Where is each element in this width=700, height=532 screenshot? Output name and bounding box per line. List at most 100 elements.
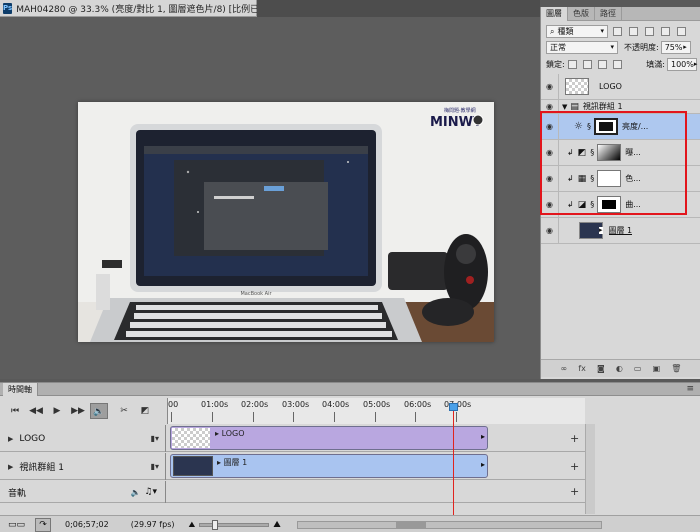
mute-speaker-icon[interactable]: 🔈: [130, 488, 140, 497]
fx-icon[interactable]: fx: [578, 364, 586, 373]
opacity-input[interactable]: 75% ▸: [660, 41, 691, 54]
add-mask-icon[interactable]: ◙: [597, 364, 605, 373]
timeline-panel: 時間軸 ≡ ⏮ ◀◀ ▶ ▶▶ 🔈 ✂ ◩ 00 01:00s 02:00s 0…: [0, 382, 700, 532]
layers-panel-toolbar: ∞ fx ◙ ◐ ▭ ▣ 🗑: [541, 359, 700, 377]
zoom-slider-thumb[interactable]: [212, 519, 219, 530]
track-audio: 音軌 🔈 ♫▾ +: [0, 481, 585, 503]
filter-kind-select[interactable]: ⌕ 種類 ▾: [546, 25, 608, 38]
ruler-label: 03:00s: [282, 400, 310, 409]
next-frame-icon[interactable]: ▶▶: [69, 403, 87, 419]
expand-triangle-icon[interactable]: ▼: [562, 103, 567, 111]
filter-pixel-icon[interactable]: [613, 27, 622, 36]
add-media-button[interactable]: +: [570, 432, 579, 445]
lock-image-icon[interactable]: [582, 60, 592, 69]
fill-input[interactable]: 100% ▸: [667, 58, 697, 71]
filter-type-icon[interactable]: [645, 27, 654, 36]
ruler-label: 05:00s: [363, 400, 391, 409]
lock-label: 鎖定:: [546, 60, 565, 69]
scrollbar-thumb[interactable]: [395, 521, 426, 528]
layer-row-layer1[interactable]: ◉ ▸ 圖層 1: [541, 218, 700, 244]
music-note-icon[interactable]: ♫▾: [144, 487, 157, 497]
clip-layer1[interactable]: ▸ 圖層 1 ▸: [170, 454, 488, 478]
fill-label: 填滿:: [646, 60, 665, 69]
timeline-tab[interactable]: 時間軸: [3, 383, 38, 396]
add-media-button[interactable]: +: [570, 460, 579, 473]
clip-end-handle[interactable]: ▸: [481, 460, 485, 469]
new-layer-icon[interactable]: ▣: [653, 364, 661, 373]
tab-layers[interactable]: 圖層: [541, 7, 568, 21]
split-scissors-icon[interactable]: ✂: [115, 403, 133, 419]
previous-frame-icon[interactable]: ◀◀: [27, 403, 45, 419]
visibility-toggle[interactable]: ◉: [541, 74, 559, 99]
fill-value: 100%: [671, 60, 694, 69]
frame-animation-icon[interactable]: ▭▭: [8, 520, 25, 530]
add-audio-button[interactable]: +: [570, 485, 579, 498]
panel-menu-icon[interactable]: ≡: [686, 383, 694, 396]
ruler-label: 06:00s: [404, 400, 432, 409]
lock-transparent-icon[interactable]: [567, 60, 577, 69]
render-video-icon[interactable]: ↷: [35, 517, 52, 532]
expand-arrow-icon[interactable]: ▶: [8, 463, 13, 471]
tab-paths[interactable]: 路徑: [595, 7, 622, 21]
visibility-toggle[interactable]: ◉: [541, 218, 559, 243]
laptop-brand-label: MacBook Air: [240, 291, 272, 297]
clip-end-handle[interactable]: ▸: [481, 432, 485, 441]
track-label: 音軌: [8, 488, 27, 499]
playhead-handle[interactable]: [449, 403, 458, 411]
filter-adjustment-icon[interactable]: [629, 27, 638, 36]
layer-thumbnail: [565, 78, 589, 95]
clip-thumbnail: [173, 456, 213, 476]
minwt-logo-sub: 梅問題·教學網: [444, 107, 476, 114]
track-menu-icon[interactable]: ▮▾: [151, 462, 159, 471]
timeline-footer: ▭▭ ↷ 0;06;57;02 (29.97 fps) ⛰ ⛰: [0, 515, 700, 532]
layer-name: LOGO: [599, 82, 622, 91]
opacity-label: 不透明度:: [624, 43, 659, 52]
new-adjustment-icon[interactable]: ◐: [616, 364, 623, 373]
document-image[interactable]: MacBook Air MINWT 梅問題·教學網: [78, 102, 494, 342]
track-video-group: ▶ 視訊群組 1 ▮▾ ▸ 圖層 1 ▸ +: [0, 453, 585, 480]
first-frame-icon[interactable]: ⏮: [6, 403, 24, 419]
transition-icon[interactable]: ◩: [136, 403, 154, 419]
track-label: LOGO: [19, 433, 46, 444]
clip-logo[interactable]: ▸ LOGO ▸: [170, 426, 488, 450]
blend-mode-select[interactable]: 正常 ▾: [546, 41, 618, 54]
tab-bar-background: [257, 0, 540, 17]
timeline-scrollbar[interactable]: [585, 424, 595, 514]
eye-icon: ◉: [546, 226, 553, 235]
trash-icon[interactable]: 🗑: [671, 364, 681, 373]
timeline-header: 時間軸 ≡: [0, 383, 700, 396]
layer-row-logo[interactable]: ◉ LOGO: [541, 74, 700, 100]
laptop-photo: MacBook Air MINWT 梅問題·教學網: [78, 102, 494, 342]
track-header[interactable]: 音軌 🔈 ♫▾: [0, 481, 166, 503]
eye-icon: ◉: [546, 82, 553, 91]
zoom-slider[interactable]: [199, 519, 270, 530]
chevron-right-icon: ▸: [683, 43, 687, 51]
filter-kind-value: 種類: [557, 27, 574, 36]
time-ruler[interactable]: 00 01:00s 02:00s 03:00s 04:00s 05:00s 06…: [167, 398, 585, 424]
search-icon: ⌕: [550, 27, 555, 36]
link-layers-icon[interactable]: ∞: [561, 364, 568, 373]
lock-position-icon[interactable]: [597, 60, 607, 69]
new-group-folder-icon[interactable]: ▭: [634, 364, 642, 373]
document-title: MAH04280 @ 33.3% (亮度/對比 1, 圖層遮色片/8) [比例已…: [16, 4, 289, 15]
audio-toggle-icon[interactable]: 🔈: [90, 403, 108, 419]
zoom-in-icon[interactable]: ⛰: [273, 520, 281, 530]
playhead-line: [453, 403, 454, 521]
video-group-icon: ▤: [570, 101, 579, 112]
play-icon[interactable]: ▶: [48, 403, 66, 419]
lock-all-icon[interactable]: [612, 60, 622, 69]
document-tab[interactable]: Ps MAH04280 @ 33.3% (亮度/對比 1, 圖層遮色片/8) […: [0, 0, 288, 17]
ruler-label: 04:00s: [322, 400, 350, 409]
tab-channels[interactable]: 色版: [568, 7, 595, 21]
horizontal-scrollbar[interactable]: [296, 520, 602, 529]
track-menu-icon[interactable]: ▮▾: [151, 434, 159, 443]
zoom-out-icon[interactable]: ⛰: [188, 520, 195, 530]
video-badge-icon: ▸: [599, 226, 603, 234]
track-header[interactable]: ▶ 視訊群組 1 ▮▾: [0, 453, 166, 480]
clip-label: ▸ 圖層 1: [217, 458, 248, 467]
filter-shape-icon[interactable]: [661, 27, 670, 36]
track-header[interactable]: ▶ LOGO ▮▾: [0, 425, 166, 452]
frame-rate: (29.97 fps): [130, 520, 175, 529]
filter-smart-object-icon[interactable]: [677, 27, 686, 36]
expand-arrow-icon[interactable]: ▶: [8, 435, 13, 443]
